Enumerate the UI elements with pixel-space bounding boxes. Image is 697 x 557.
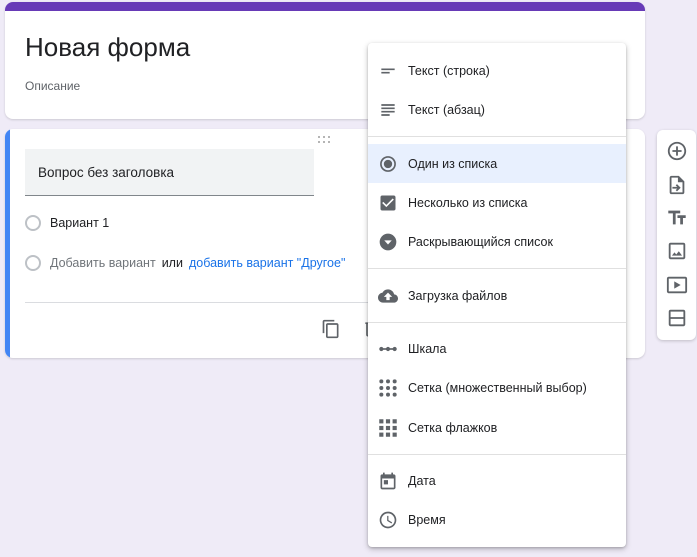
- menu-item-multiple-choice-grid[interactable]: Сетка (множественный выбор): [368, 368, 626, 407]
- drag-handle-icon[interactable]: [318, 136, 332, 144]
- menu-item-label: Шкала: [408, 341, 447, 356]
- menu-item-checkbox-grid[interactable]: Сетка флажков: [368, 408, 626, 447]
- form-title[interactable]: Новая форма: [25, 32, 190, 63]
- menu-divider: [368, 268, 626, 269]
- form-description[interactable]: Описание: [25, 79, 80, 93]
- cloud-upload-icon: [378, 286, 398, 306]
- menu-item-label: Раскрывающийся список: [408, 234, 553, 249]
- menu-item-label: Сетка флажков: [408, 420, 498, 435]
- menu-item-dropdown[interactable]: Раскрывающийся список: [368, 222, 626, 261]
- radio-icon: [25, 215, 41, 231]
- menu-item-linear-scale[interactable]: Шкала: [368, 329, 626, 368]
- grid-squares-icon: [378, 418, 398, 438]
- menu-item-multiple-choice[interactable]: Один из списка: [368, 144, 626, 183]
- menu-item-label: Дата: [408, 473, 436, 488]
- add-option-row: Добавить вариант или добавить вариант "Д…: [25, 255, 345, 271]
- linear-scale-icon: [378, 339, 398, 359]
- radio-icon: [25, 255, 41, 271]
- menu-item-short-text[interactable]: Текст (строка): [368, 51, 626, 90]
- add-question-icon[interactable]: [666, 140, 688, 162]
- add-video-icon[interactable]: [666, 274, 688, 296]
- menu-item-label: Один из списка: [408, 156, 498, 171]
- menu-item-paragraph[interactable]: Текст (абзац): [368, 90, 626, 129]
- or-text: или: [161, 256, 183, 270]
- add-other-link[interactable]: добавить вариант "Другое": [189, 256, 345, 270]
- side-toolbar: [657, 130, 696, 340]
- menu-item-checkboxes[interactable]: Несколько из списка: [368, 183, 626, 222]
- paragraph-icon: [378, 100, 398, 120]
- calendar-icon: [378, 471, 398, 491]
- add-section-icon[interactable]: [666, 307, 688, 329]
- menu-item-label: Время: [408, 512, 446, 527]
- add-option-link[interactable]: Добавить вариант: [50, 256, 156, 270]
- menu-item-file-upload[interactable]: Загрузка файлов: [368, 276, 626, 315]
- divider: [25, 302, 375, 303]
- form-accent-bar: [5, 2, 645, 11]
- menu-item-label: Текст (строка): [408, 63, 490, 78]
- option-label[interactable]: Вариант 1: [50, 216, 109, 230]
- dropdown-icon: [378, 232, 398, 252]
- add-image-icon[interactable]: [666, 240, 688, 262]
- option-row: Вариант 1: [25, 215, 109, 231]
- grid-dots-icon: [378, 378, 398, 398]
- duplicate-icon[interactable]: [321, 319, 341, 339]
- menu-item-label: Несколько из списка: [408, 195, 528, 210]
- menu-divider: [368, 136, 626, 137]
- add-title-icon[interactable]: [666, 207, 688, 229]
- menu-divider: [368, 454, 626, 455]
- menu-item-label: Текст (абзац): [408, 102, 485, 117]
- question-title-input[interactable]: Вопрос без заголовка: [25, 149, 314, 196]
- menu-divider: [368, 322, 626, 323]
- menu-item-label: Сетка (множественный выбор): [408, 380, 587, 395]
- radio-button-icon: [378, 154, 398, 174]
- question-type-menu: Текст (строка) Текст (абзац) Один из спи…: [368, 43, 626, 547]
- short-text-icon: [378, 61, 398, 81]
- menu-item-label: Загрузка файлов: [408, 288, 508, 303]
- import-questions-icon[interactable]: [666, 174, 688, 196]
- active-question-bar: [5, 129, 10, 358]
- menu-item-date[interactable]: Дата: [368, 461, 626, 500]
- menu-item-time[interactable]: Время: [368, 500, 626, 539]
- checkbox-icon: [378, 193, 398, 213]
- clock-icon: [378, 510, 398, 530]
